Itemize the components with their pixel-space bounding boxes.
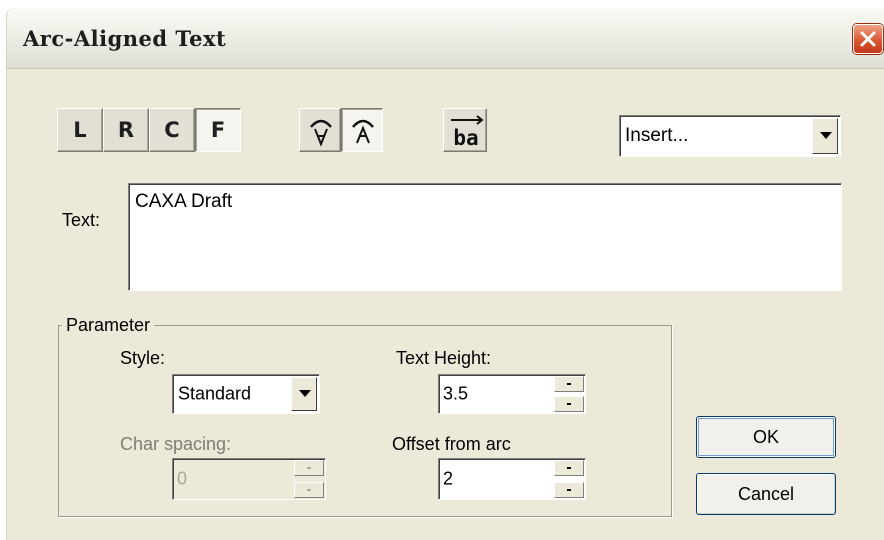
reverse-text-direction-button[interactable]: ba [443, 108, 487, 152]
offset-from-arc-label: Offset from arc [392, 434, 511, 454]
title-bar[interactable]: Arc-Aligned Text [7, 8, 884, 69]
text-height-spin-down[interactable] [554, 396, 584, 412]
reverse-text-direction-icon: ba [451, 115, 484, 150]
text-height-value: 3.5 [443, 383, 469, 404]
window-title: Arc-Aligned Text [23, 26, 227, 51]
char-spacing-input: 0 [172, 458, 326, 500]
chevron-down-icon [820, 132, 832, 139]
chevron-down-icon [299, 390, 311, 397]
align-right-button[interactable]: R [103, 108, 149, 152]
align-left-button[interactable]: L [57, 108, 103, 152]
cancel-button[interactable]: Cancel [696, 473, 836, 515]
ok-button[interactable]: OK [696, 416, 836, 458]
text-height-input[interactable]: 3.5 [438, 374, 586, 414]
text-above-arc-icon [352, 119, 374, 144]
align-fit-button[interactable]: F [195, 108, 241, 152]
offset-from-arc-spin-down[interactable] [554, 482, 584, 498]
align-center-button[interactable]: C [149, 108, 195, 152]
style-dropdown[interactable]: Standard [172, 374, 320, 414]
char-spacing-spin-down [294, 482, 324, 498]
offset-from-arc-input[interactable]: 2 [438, 458, 586, 500]
text-height-spin-up[interactable] [554, 376, 584, 392]
char-spacing-value: 0 [177, 468, 188, 489]
insert-dropdown-arrow[interactable] [812, 118, 838, 154]
text-label: Text: [62, 210, 101, 230]
text-below-arc-icon [310, 119, 332, 147]
parameter-group-label: Parameter [62, 315, 155, 336]
offset-from-arc-spin-up[interactable] [554, 460, 584, 476]
text-input[interactable]: CAXA Draft [128, 183, 842, 291]
text-height-label: Text Height: [396, 348, 492, 368]
style-label: Style: [120, 348, 166, 368]
insert-dropdown-value: Insert... [625, 125, 689, 146]
close-button[interactable] [853, 24, 883, 54]
char-spacing-spin-up [294, 460, 324, 476]
style-dropdown-arrow[interactable] [291, 377, 317, 411]
text-below-arc-button[interactable] [299, 108, 341, 152]
close-icon [860, 31, 876, 47]
style-dropdown-value: Standard [178, 383, 252, 404]
insert-dropdown[interactable]: Insert... [619, 115, 841, 157]
text-above-arc-button[interactable] [341, 108, 383, 152]
char-spacing-label: Char spacing: [120, 434, 232, 454]
reverse-text-label: ba [453, 126, 478, 150]
offset-from-arc-value: 2 [443, 468, 454, 489]
